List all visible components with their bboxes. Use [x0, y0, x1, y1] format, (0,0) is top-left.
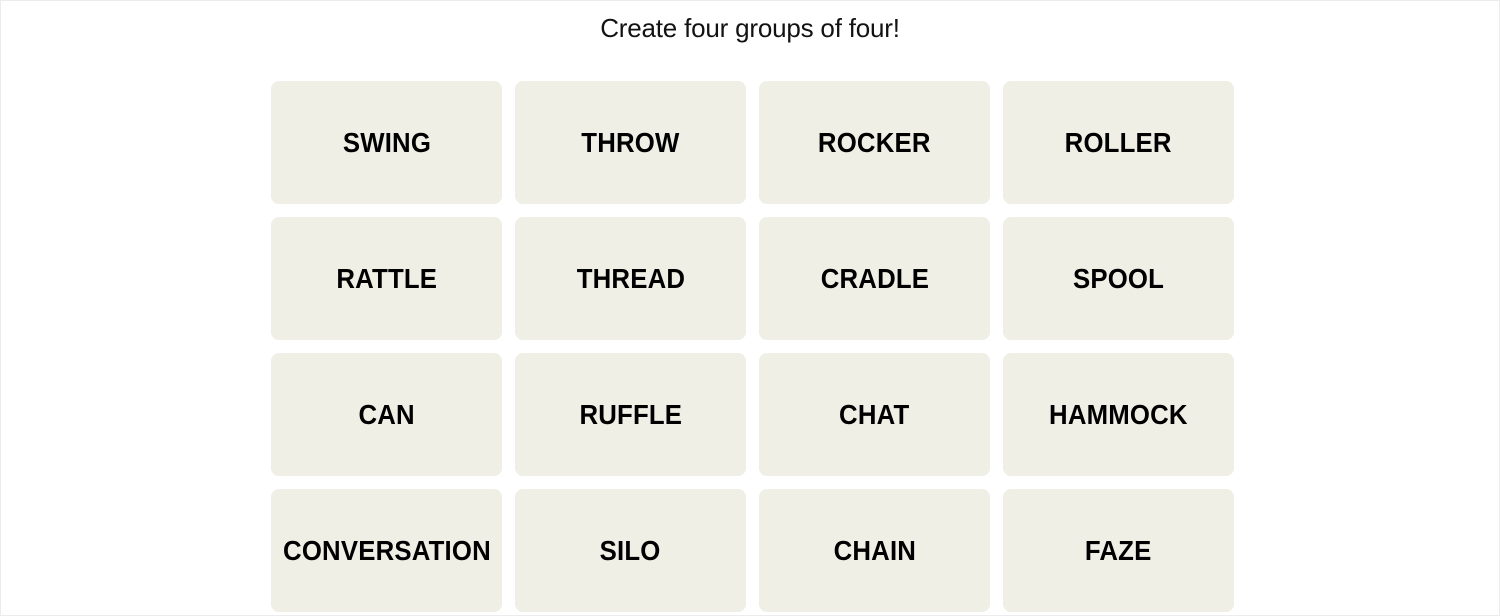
word-tile[interactable]: SPOOL	[1003, 217, 1234, 340]
word-tile-label: CAN	[358, 398, 415, 430]
word-tile[interactable]: RUFFLE	[515, 353, 746, 476]
word-tile-label: CHAIN	[833, 534, 916, 566]
word-tile[interactable]: THREAD	[515, 217, 746, 340]
word-tile-label: THROW	[581, 126, 680, 158]
word-tile-label: FAZE	[1085, 534, 1152, 566]
word-tile[interactable]: THROW	[515, 81, 746, 204]
word-grid: SWING THROW ROCKER ROLLER RATTLE THREAD …	[271, 81, 1236, 612]
word-tile[interactable]: SWING	[271, 81, 502, 204]
word-tile-label: ROLLER	[1064, 126, 1173, 158]
word-tile[interactable]: CAN	[271, 353, 502, 476]
word-tile-label: ROCKER	[818, 126, 931, 158]
word-tile[interactable]: SILO	[515, 489, 746, 612]
word-tile[interactable]: HAMMOCK	[1003, 353, 1234, 476]
word-tile-label: SWING	[342, 126, 431, 158]
word-tile[interactable]: ROCKER	[759, 81, 990, 204]
word-tile-label: SPOOL	[1072, 262, 1165, 294]
word-tile[interactable]: FAZE	[1003, 489, 1234, 612]
word-tile[interactable]: RATTLE	[271, 217, 502, 340]
word-tile-label: THREAD	[576, 262, 685, 294]
word-tile-label: CHAT	[839, 398, 910, 430]
word-tile-label: RATTLE	[336, 262, 437, 294]
word-tile[interactable]: CONVERSATION	[271, 489, 502, 612]
word-tile[interactable]: CRADLE	[759, 217, 990, 340]
word-tile[interactable]: CHAT	[759, 353, 990, 476]
word-tile-label: CONVERSATION	[282, 534, 491, 566]
word-tile-label: HAMMOCK	[1049, 398, 1188, 430]
connections-page: { "game": { "subtitle": "Create four gro…	[0, 0, 1500, 616]
word-tile[interactable]: ROLLER	[1003, 81, 1234, 204]
word-tile-label: SILO	[600, 534, 661, 566]
word-tile-label: CRADLE	[820, 262, 929, 294]
word-tile-label: RUFFLE	[579, 398, 682, 430]
word-tile[interactable]: CHAIN	[759, 489, 990, 612]
game-instructions: Create four groups of four!	[600, 13, 900, 43]
